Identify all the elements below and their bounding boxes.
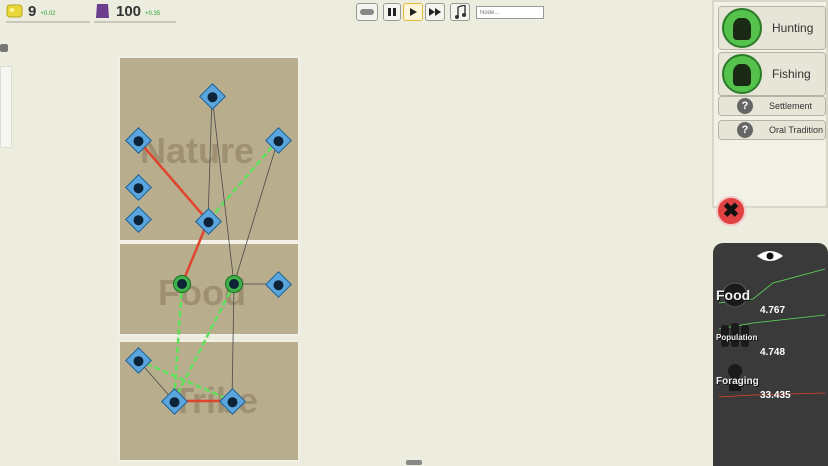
question-icon: ? bbox=[737, 98, 753, 114]
music-button[interactable] bbox=[450, 3, 470, 21]
bottom-drawer-handle[interactable] bbox=[406, 460, 422, 465]
plant-icon bbox=[133, 214, 144, 225]
knowledge-bar bbox=[6, 21, 90, 23]
tech-hunting[interactable]: Hunting bbox=[718, 6, 826, 50]
tech-oral-tradition[interactable]: ? Oral Tradition bbox=[718, 120, 826, 140]
stats-panel: Food 4.767 Population 4.748 Foraging 33.… bbox=[713, 243, 828, 466]
top-bar: 9 +0.02 100 +0.35 bbox=[0, 0, 712, 24]
fisher-icon bbox=[722, 54, 762, 94]
eye-icon bbox=[169, 396, 180, 407]
play-icon bbox=[410, 8, 417, 16]
tech-fishing-label: Fishing bbox=[772, 67, 811, 81]
link-neutral bbox=[207, 95, 213, 222]
link-negative bbox=[137, 139, 209, 222]
stat-food-label: Food bbox=[716, 287, 751, 303]
population-bar bbox=[94, 21, 176, 23]
node-fishing[interactable] bbox=[225, 275, 243, 293]
people-icon bbox=[96, 4, 109, 18]
moon-icon bbox=[207, 91, 218, 102]
tech-board: Nature Food Tribe bbox=[118, 56, 300, 462]
speed-icon bbox=[360, 9, 374, 15]
tech-list-panel: Hunting Fishing ? Settlement ? Oral Trad… bbox=[712, 0, 828, 208]
pause-button[interactable] bbox=[383, 3, 401, 21]
link-neutral bbox=[231, 283, 235, 402]
group-icon bbox=[227, 396, 238, 407]
knowledge-delta: +0.02 bbox=[40, 11, 56, 17]
deer-icon bbox=[133, 135, 144, 146]
close-button[interactable]: ✖ bbox=[716, 196, 746, 226]
link-positive bbox=[172, 283, 184, 402]
stat-foraging-value: 33.435 bbox=[760, 390, 791, 401]
tech-hunting-label: Hunting bbox=[772, 21, 814, 35]
lightbulb-icon bbox=[6, 4, 23, 18]
left-scrollbar[interactable] bbox=[0, 66, 12, 148]
fast-forward-button[interactable] bbox=[425, 3, 445, 21]
hunter-icon bbox=[177, 279, 187, 289]
population-value: 100 bbox=[116, 2, 142, 20]
link-neutral bbox=[233, 139, 279, 285]
water-icon bbox=[273, 135, 284, 146]
play-button[interactable] bbox=[403, 3, 423, 21]
tech-settlement[interactable]: ? Settlement bbox=[718, 96, 826, 116]
stat-population-value: 4.748 bbox=[760, 347, 786, 358]
node-search-input[interactable] bbox=[476, 6, 544, 19]
hunter-deer-icon bbox=[722, 8, 762, 48]
resource-population: 100 +0.35 bbox=[94, 2, 176, 23]
tech-oral-tradition-label: Oral Tradition bbox=[769, 124, 824, 135]
collapse-tab[interactable] bbox=[0, 44, 8, 52]
tech-settlement-label: Settlement bbox=[769, 100, 813, 111]
tech-fishing[interactable]: Fishing bbox=[718, 52, 826, 96]
link-neutral bbox=[211, 95, 235, 285]
population-delta: +0.35 bbox=[145, 11, 161, 17]
stat-food-value: 4.767 bbox=[760, 305, 786, 316]
music-note-icon bbox=[455, 5, 466, 19]
question-icon: ? bbox=[737, 122, 753, 138]
speed-slider-button[interactable] bbox=[356, 3, 378, 21]
basket-icon bbox=[273, 279, 284, 290]
stat-population-label: Population bbox=[716, 333, 758, 342]
node-hunting[interactable] bbox=[173, 275, 191, 293]
people-icon bbox=[203, 216, 214, 227]
stat-foraging-label: Foraging bbox=[716, 376, 759, 387]
knowledge-value: 9 bbox=[28, 2, 37, 20]
fish-icon bbox=[133, 182, 144, 193]
figure-icon bbox=[133, 355, 144, 366]
fast-forward-icon bbox=[429, 8, 441, 16]
link-lines bbox=[137, 95, 279, 403]
fisher-icon bbox=[229, 279, 239, 289]
link-positive bbox=[172, 283, 236, 402]
resource-knowledge: 9 +0.02 bbox=[6, 2, 90, 23]
pause-icon bbox=[388, 8, 396, 16]
